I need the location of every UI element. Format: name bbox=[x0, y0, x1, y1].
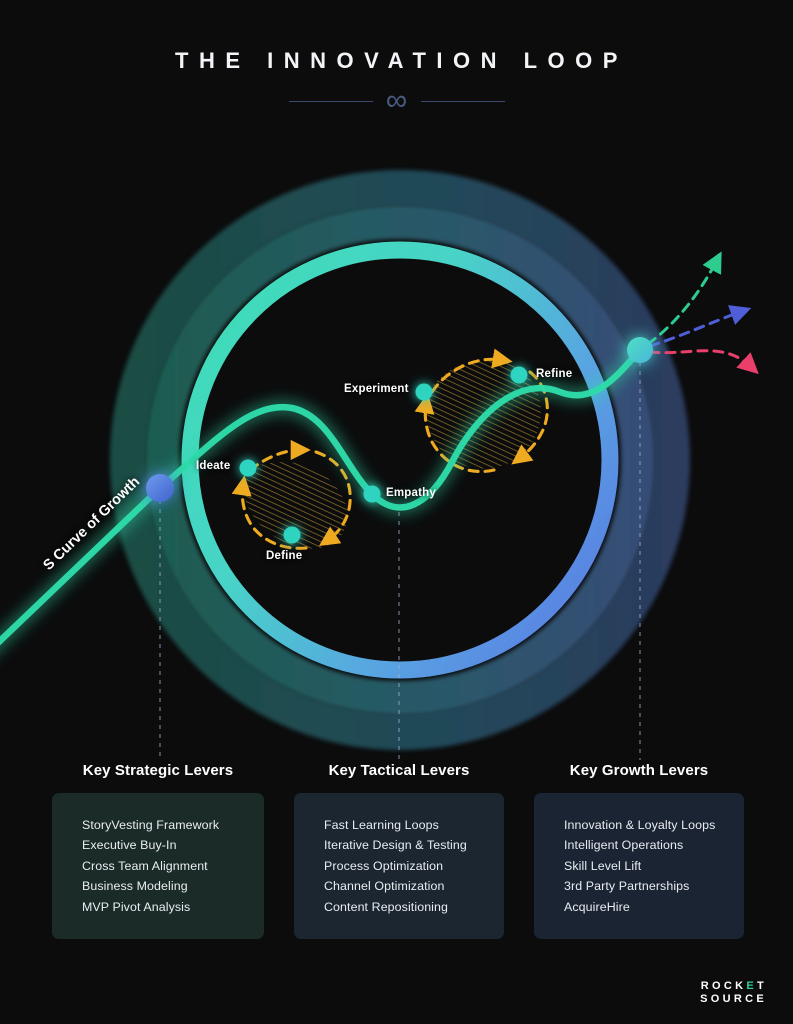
list-item: StoryVesting Framework bbox=[82, 818, 220, 832]
node-start[interactable] bbox=[146, 474, 174, 502]
levers-columns: Key Strategic Levers StoryVesting Framew… bbox=[0, 762, 793, 952]
node-label-define: Define bbox=[266, 550, 303, 562]
node-ideate[interactable] bbox=[239, 459, 257, 477]
list-item: Fast Learning Loops bbox=[324, 818, 439, 832]
list-item: Iterative Design & Testing bbox=[324, 838, 467, 853]
logo-text-a: ROCK bbox=[700, 980, 747, 992]
list-item: Innovation & Loyalty Loops bbox=[564, 818, 716, 832]
column-strategic: Key Strategic Levers StoryVesting Framew… bbox=[52, 762, 264, 940]
brand-logo: ROCKET SOURCE bbox=[700, 980, 767, 1006]
list-item: AcquireHire bbox=[564, 899, 630, 914]
inner-ring bbox=[181, 241, 619, 679]
card-growth: Innovation & Loyalty Loops Intelligent O… bbox=[534, 793, 744, 940]
list-item: Executive Buy-In bbox=[82, 838, 177, 853]
node-refine[interactable] bbox=[510, 366, 528, 384]
list-growth: Innovation & Loyalty Loops Intelligent O… bbox=[564, 815, 744, 917]
column-heading-strategic: Key Strategic Levers bbox=[82, 762, 234, 779]
list-strategic: StoryVesting Framework Executive Buy-In … bbox=[82, 815, 264, 917]
node-empathy[interactable] bbox=[363, 485, 381, 503]
node-label-experiment: Experiment bbox=[344, 383, 409, 395]
column-heading-growth: Key Growth Levers bbox=[569, 762, 709, 779]
list-item: Channel Optimization bbox=[324, 879, 445, 894]
logo-accent-e: E bbox=[746, 980, 757, 992]
list-item: Cross Team Alignment bbox=[82, 858, 208, 873]
mid-ring bbox=[145, 205, 655, 715]
list-item: Business Modeling bbox=[82, 879, 188, 894]
list-item: 3rd Party Partnerships bbox=[564, 879, 690, 894]
column-heading-tactical: Key Tactical Levers bbox=[328, 762, 470, 779]
list-tactical: Fast Learning Loops Iterative Design & T… bbox=[324, 815, 504, 917]
card-strategic: StoryVesting Framework Executive Buy-In … bbox=[52, 793, 264, 940]
list-item: Content Repositioning bbox=[324, 899, 449, 914]
logo-line-2: SOURCE bbox=[700, 993, 767, 1005]
logo-text-b: T bbox=[756, 980, 767, 992]
list-item: Intelligent Operations bbox=[564, 838, 684, 853]
node-label-refine: Refine bbox=[536, 368, 573, 380]
node-end[interactable] bbox=[627, 337, 653, 363]
node-define[interactable] bbox=[283, 526, 301, 544]
list-item: Process Optimization bbox=[324, 858, 444, 873]
infographic-root: THE INNOVATION LOOP ∞ S Curve of Growth … bbox=[0, 0, 793, 1024]
logo-line-1: ROCKET bbox=[700, 980, 767, 993]
list-item: MVP Pivot Analysis bbox=[82, 899, 191, 914]
column-tactical: Key Tactical Levers Fast Learning Loops … bbox=[294, 762, 504, 940]
innovation-loop-diagram bbox=[0, 170, 759, 760]
list-item: Skill Level Lift bbox=[564, 858, 642, 873]
card-tactical: Fast Learning Loops Iterative Design & T… bbox=[294, 793, 504, 940]
node-experiment[interactable] bbox=[415, 383, 433, 401]
node-label-empathy: Empathy bbox=[386, 487, 436, 499]
node-label-ideate: Ideate bbox=[196, 460, 231, 472]
column-growth: Key Growth Levers Innovation & Loyalty L… bbox=[534, 762, 744, 940]
